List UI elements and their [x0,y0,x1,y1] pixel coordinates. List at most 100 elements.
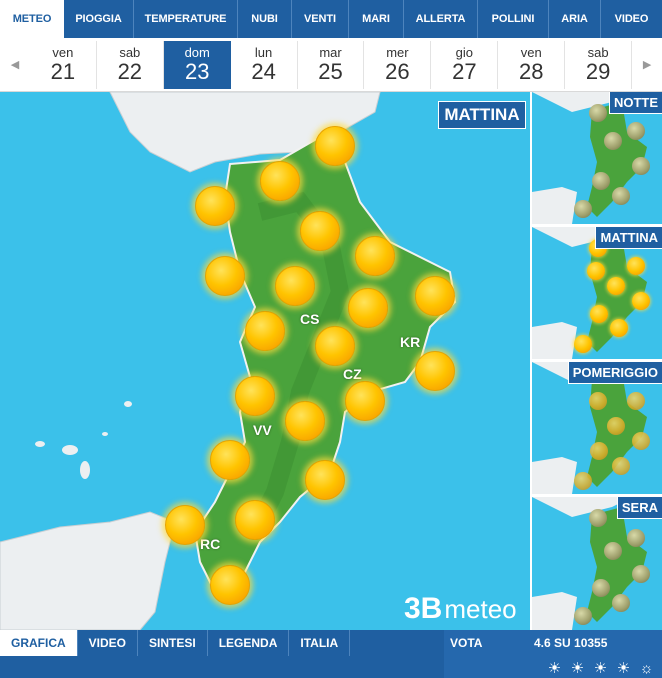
sun-icon [165,505,205,545]
day-item[interactable]: mer 26 [364,40,432,89]
tab-grafica[interactable]: GRAFICA [0,630,78,656]
logo-suffix: meteo [444,594,517,624]
day-number: 22 [117,58,143,84]
main-map: MATTINA CS KR CZ VV RC 3B meteo [0,92,530,630]
triangle-left-icon[interactable]: ◀ [0,38,30,92]
moon-icon [632,565,650,583]
day-number: 29 [585,58,611,84]
rating-sun-icon[interactable]: ☀ [546,660,563,677]
sun-icon [632,292,650,310]
sun-icon [612,457,630,475]
bottom-bar: GRAFICA VIDEO SINTESI LEGENDA ITALIA VOT… [0,630,662,678]
sun-icon [348,288,388,328]
day-name: sab [587,44,609,60]
moon-icon [612,187,630,205]
sun-icon [235,500,275,540]
moon-icon [589,509,607,527]
sun-icon [627,257,645,275]
3bmeteo-logo: 3B meteo [404,592,517,626]
day-item[interactable]: sab 29 [565,40,633,89]
vote-stars: ☀ ☀ ☀ ☀ ☼ [546,660,655,677]
sun-icon [590,442,608,460]
tab-temperature[interactable]: TEMPERATURE [134,0,238,38]
day-item[interactable]: gio 27 [431,40,499,89]
city-label-kr: KR [400,334,421,350]
tab-video[interactable]: VIDEO [601,0,662,38]
tab-italia[interactable]: ITALIA [289,630,351,656]
day-name: dom [184,44,210,60]
tab-nubi[interactable]: NUBI [238,0,292,38]
moon-icon [604,542,622,560]
tab-aria[interactable]: ARIA [549,0,601,38]
rating-sun-icon[interactable]: ☀ [592,660,609,677]
sun-icon [590,305,608,323]
meteo-widget: METEO PIOGGIA TEMPERATURE NUBI VENTI MAR… [0,0,662,678]
sun-icon [610,319,628,337]
rating-sun-icon[interactable]: ☼ [638,660,655,677]
day-number: 24 [251,58,276,84]
triangle-right-icon[interactable]: ▶ [632,38,662,92]
panel-pomeriggio[interactable]: POMERIGGIO [532,362,662,494]
tab-venti[interactable]: VENTI [292,0,349,38]
moon-icon [604,132,622,150]
day-number: 25 [318,58,343,84]
moon-icon [592,172,610,190]
tab-video[interactable]: VIDEO [78,630,139,656]
logo-prefix: 3B [404,592,443,625]
moon-icon [612,594,630,612]
moon-icon [574,607,592,625]
bottom-tabs: GRAFICA VIDEO SINTESI LEGENDA ITALIA [0,630,351,656]
city-label-cs: CS [300,311,320,327]
sun-icon [627,392,645,410]
rating-sun-icon[interactable]: ☀ [615,660,632,677]
tab-allerta[interactable]: ALLERTA [404,0,478,38]
city-label-rc: RC [200,536,221,552]
sun-icon [260,161,300,201]
day-name: mer [386,44,409,60]
day-number: 26 [385,58,410,84]
sun-icon [245,311,285,351]
moon-icon [627,529,645,547]
sun-icon [275,266,315,306]
day-name: sab [119,44,141,60]
day-name: lun [254,44,273,60]
sun-icon [607,277,625,295]
tab-sintesi[interactable]: SINTESI [138,630,208,656]
day-item-selected[interactable]: dom 23 [163,40,231,89]
panel-label: NOTTE [608,92,662,114]
tab-pioggia[interactable]: PIOGGIA [64,0,134,38]
day-name: gio [455,44,473,60]
rating-sun-icon[interactable]: ☀ [569,660,586,677]
sun-icon [235,376,275,416]
tab-pollini[interactable]: POLLINI [478,0,549,38]
day-name: ven [52,44,74,60]
day-number: 21 [50,58,76,84]
sun-icon [315,326,355,366]
day-number: 27 [452,58,477,84]
tab-mari[interactable]: MARI [349,0,404,38]
tab-meteo[interactable]: METEO [0,0,64,38]
panel-notte[interactable]: NOTTE [532,92,662,224]
moon-icon [589,104,607,122]
day-item[interactable]: ven 21 [30,40,97,89]
day-selector: ◀ ven 21 sab 22 dom 23 lun 24 mar 25 mer 26 gi… [0,38,662,92]
tab-legenda[interactable]: LEGENDA [208,630,290,656]
sun-icon [355,236,395,276]
day-item[interactable]: sab 22 [97,40,164,89]
sun-icon [574,472,592,490]
moon-icon [632,157,650,175]
city-label-vv: VV [253,422,272,438]
day-item[interactable]: mar 25 [298,40,365,89]
sun-icon [210,565,250,605]
sun-icon [587,262,605,280]
day-item[interactable]: lun 24 [231,40,298,89]
day-name: ven [520,44,542,60]
sun-icon [315,126,355,166]
panel-sera[interactable]: SERA [532,497,662,630]
sun-icon [607,417,625,435]
day-item[interactable]: ven 28 [498,40,566,89]
moon-icon [592,579,610,597]
sun-icon [415,351,455,391]
moon-icon [627,122,645,140]
panel-mattina[interactable]: MATTINA [532,227,662,359]
